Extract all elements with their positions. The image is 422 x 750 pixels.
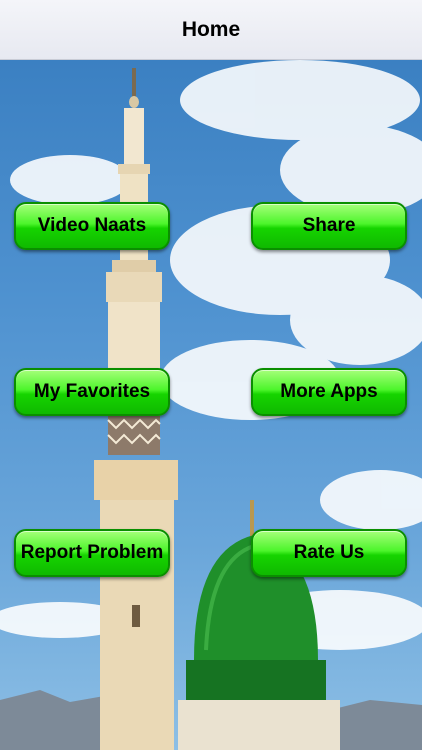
rate-us-button[interactable]: Rate Us xyxy=(251,529,407,577)
share-button[interactable]: Share xyxy=(251,202,407,250)
report-problem-button[interactable]: Report Problem xyxy=(14,529,170,577)
page-title: Home xyxy=(181,17,241,41)
video-naats-button[interactable]: Video Naats xyxy=(14,202,170,250)
my-favorites-button[interactable]: My Favorites xyxy=(14,368,170,416)
nav-bar: Home xyxy=(0,0,422,60)
more-apps-button[interactable]: More Apps xyxy=(251,368,407,416)
